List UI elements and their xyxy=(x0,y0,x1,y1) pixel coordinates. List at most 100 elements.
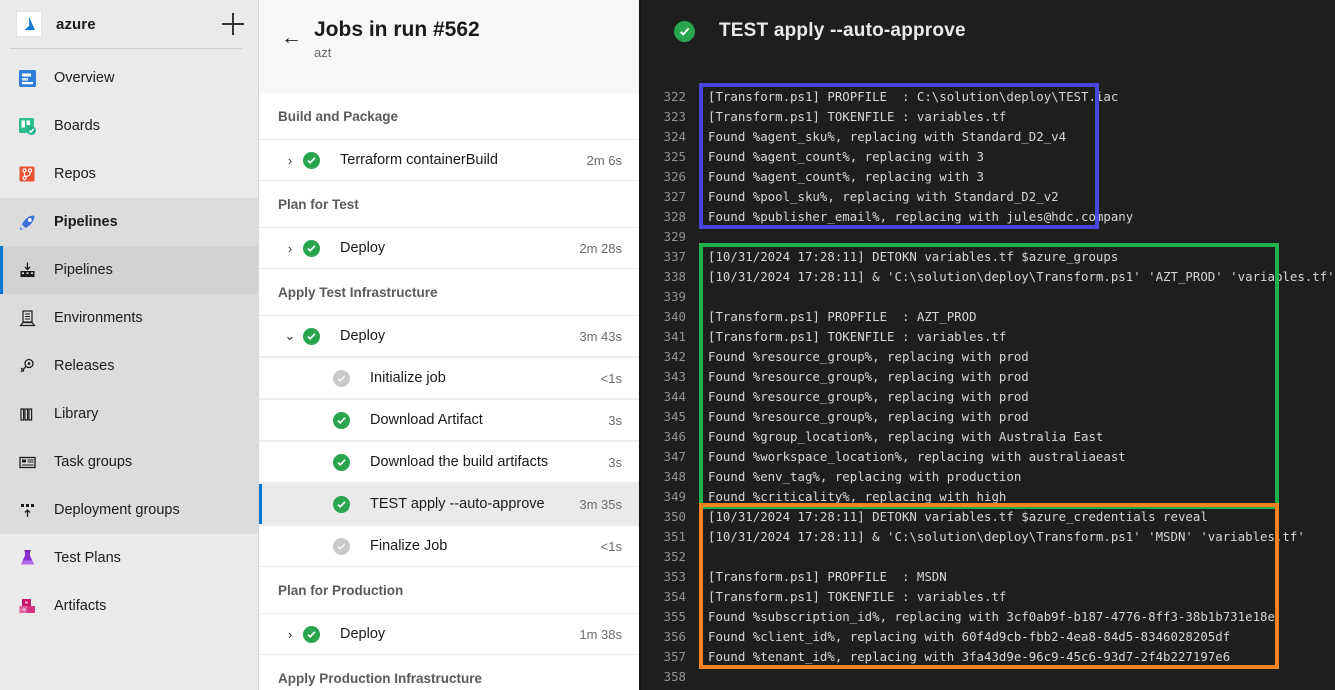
log-line-text: Found %agent_count%, replacing with 3 xyxy=(708,168,985,184)
log-line-number: 322 xyxy=(663,88,686,104)
log-line-text: [10/31/2024 17:28:11] & 'C:\solution\dep… xyxy=(708,268,1335,284)
stage-label: Apply Test Infrastructure xyxy=(278,285,438,300)
log-line-number: 351 xyxy=(663,528,686,544)
sidebar-item-overview[interactable]: Overview xyxy=(0,54,258,102)
app-root: azure Overview Boards Repos Pipelines Pi… xyxy=(0,0,1335,690)
log-line-number: 352 xyxy=(663,548,686,564)
sidebar-item-boards[interactable]: Boards xyxy=(0,102,258,150)
sidebar-item-label: Library xyxy=(54,406,99,422)
status-success-icon xyxy=(674,20,695,42)
job-step-row[interactable]: Download Artifact 3s xyxy=(259,399,639,441)
job-row[interactable]: › Deploy 2m 28s xyxy=(259,227,639,269)
log-line-text: Found %publisher_email%, replacing with … xyxy=(708,208,1134,224)
pipelines-sub-icon xyxy=(16,259,38,281)
log-line-number: 329 xyxy=(663,228,686,244)
log-line: 350 [10/31/2024 17:28:11] DETOKN variable… xyxy=(641,506,1335,526)
job-step-row[interactable]: Initialize job <1s xyxy=(259,357,639,399)
stage-label: Plan for Production xyxy=(278,583,404,598)
log-line-text: Found %env_tag%, replacing with producti… xyxy=(708,468,1022,484)
log-output[interactable]: 322 [Transform.ps1] PROPFILE : C:\solutio… xyxy=(641,62,1335,686)
sidebar-item-label: Pipelines xyxy=(54,262,113,278)
boards-icon xyxy=(16,115,38,137)
add-new-button[interactable] xyxy=(222,13,244,35)
log-line-text: Found %group_location%, replacing with A… xyxy=(708,428,1104,444)
job-duration: 1m 38s xyxy=(579,626,622,642)
left-sidebar: azure Overview Boards Repos Pipelines Pi… xyxy=(0,0,259,690)
log-title: TEST apply --auto-approve xyxy=(719,20,966,41)
log-line-number: 345 xyxy=(663,408,686,424)
log-line: 342 Found %resource_group%, replacing wit… xyxy=(641,346,1335,366)
environments-icon xyxy=(16,307,38,329)
log-line-number: 342 xyxy=(663,348,686,364)
status-success-icon xyxy=(303,151,320,169)
job-duration: 2m 28s xyxy=(579,240,622,256)
log-line: 329 xyxy=(641,226,1335,246)
log-line-text: [Transform.ps1] TOKENFILE : variables.tf xyxy=(708,328,1007,344)
sidebar-item-releases[interactable]: Releases xyxy=(0,342,258,390)
job-step-duration: 3m 35s xyxy=(579,496,622,512)
test-plans-icon xyxy=(16,547,38,569)
organization-name: azure xyxy=(56,15,96,33)
job-step-duration: 3s xyxy=(608,412,622,428)
sidebar-item-deployment-groups[interactable]: Deployment groups xyxy=(0,486,258,534)
job-row[interactable]: ⌄ Deploy 3m 43s xyxy=(259,315,639,357)
log-line-number: 340 xyxy=(663,308,686,324)
log-line-number: 349 xyxy=(663,488,686,504)
log-line-text: [Transform.ps1] PROPFILE : C:\solution\d… xyxy=(708,88,1119,104)
sidebar-item-pipelines-sub[interactable]: Pipelines xyxy=(0,246,258,294)
sidebar-item-library[interactable]: Library xyxy=(0,390,258,438)
job-name: Deploy xyxy=(340,626,386,642)
log-line: 345 Found %resource_group%, replacing wit… xyxy=(641,406,1335,426)
sidebar-nav: Overview Boards Repos Pipelines Pipeline… xyxy=(0,49,258,630)
organization-row[interactable]: azure xyxy=(0,0,258,48)
job-step-row[interactable]: Finalize Job <1s xyxy=(259,525,639,567)
sidebar-item-task-groups[interactable]: Task groups xyxy=(0,438,258,486)
chevron-right-icon[interactable]: › xyxy=(279,627,301,642)
log-line: 348 Found %env_tag%, replacing with produ… xyxy=(641,466,1335,486)
log-panel[interactable]: TEST apply --auto-approve 322 [Transform.… xyxy=(641,0,1335,690)
job-step-name: Download the build artifacts xyxy=(370,454,549,470)
sidebar-item-label: Boards xyxy=(54,118,100,134)
log-line: 349 Found %criticality%, replacing with h… xyxy=(641,486,1335,506)
log-line: 357 Found %tenant_id%, replacing with 3fa… xyxy=(641,646,1335,666)
log-line-text: [10/31/2024 17:28:11] DETOKN variables.t… xyxy=(708,508,1208,524)
status-skipped-icon xyxy=(333,369,350,387)
overview-icon xyxy=(16,67,38,89)
log-line-text: [Transform.ps1] TOKENFILE : variables.tf xyxy=(708,108,1007,124)
chevron-down-icon[interactable]: ⌄ xyxy=(279,328,301,344)
chevron-right-icon[interactable]: › xyxy=(279,153,301,168)
deployment-groups-icon xyxy=(16,499,38,521)
releases-icon xyxy=(16,355,38,377)
log-line-number: 341 xyxy=(663,328,686,344)
sidebar-item-test-plans[interactable]: Test Plans xyxy=(0,534,258,582)
log-line-number: 350 xyxy=(663,508,686,524)
log-line-number: 338 xyxy=(663,268,686,284)
chevron-right-icon[interactable]: › xyxy=(279,241,301,256)
log-line-text: Found %workspace_location%, replacing wi… xyxy=(708,448,1126,464)
job-row[interactable]: › Deploy 1m 38s xyxy=(259,613,639,655)
job-duration: 3m 43s xyxy=(579,328,622,344)
sidebar-item-label: Releases xyxy=(54,358,115,374)
log-line: 341 [Transform.ps1] TOKENFILE : variables… xyxy=(641,326,1335,346)
sidebar-item-repos[interactable]: Repos xyxy=(0,150,258,198)
log-line: 352 xyxy=(641,546,1335,566)
job-row[interactable]: › Terraform containerBuild 2m 6s xyxy=(259,139,639,181)
log-line-text: [Transform.ps1] TOKENFILE : variables.tf xyxy=(708,588,1007,604)
stage-label: Plan for Test xyxy=(278,197,359,212)
job-step-name: TEST apply --auto-approve xyxy=(370,496,545,512)
log-line: 323 [Transform.ps1] TOKENFILE : variables… xyxy=(641,106,1335,126)
job-step-row-selected[interactable]: TEST apply --auto-approve 3m 35s xyxy=(259,483,639,525)
sidebar-item-label: Deployment groups xyxy=(54,502,180,518)
log-line-number: 347 xyxy=(663,448,686,464)
log-line-number: 339 xyxy=(663,288,686,304)
task-groups-icon xyxy=(16,451,38,473)
sidebar-item-environments[interactable]: Environments xyxy=(0,294,258,342)
log-line-text: [Transform.ps1] PROPFILE : MSDN xyxy=(708,568,947,584)
job-step-name: Download Artifact xyxy=(370,412,483,428)
log-line: 340 [Transform.ps1] PROPFILE : AZT_PROD xyxy=(641,306,1335,326)
job-step-row[interactable]: Download the build artifacts 3s xyxy=(259,441,639,483)
log-line: 327 Found %pool_sku%, replacing with Stan… xyxy=(641,186,1335,206)
back-button[interactable]: ← xyxy=(281,27,302,48)
sidebar-item-artifacts[interactable]: Artifacts xyxy=(0,582,258,630)
sidebar-item-pipelines[interactable]: Pipelines xyxy=(0,198,258,246)
